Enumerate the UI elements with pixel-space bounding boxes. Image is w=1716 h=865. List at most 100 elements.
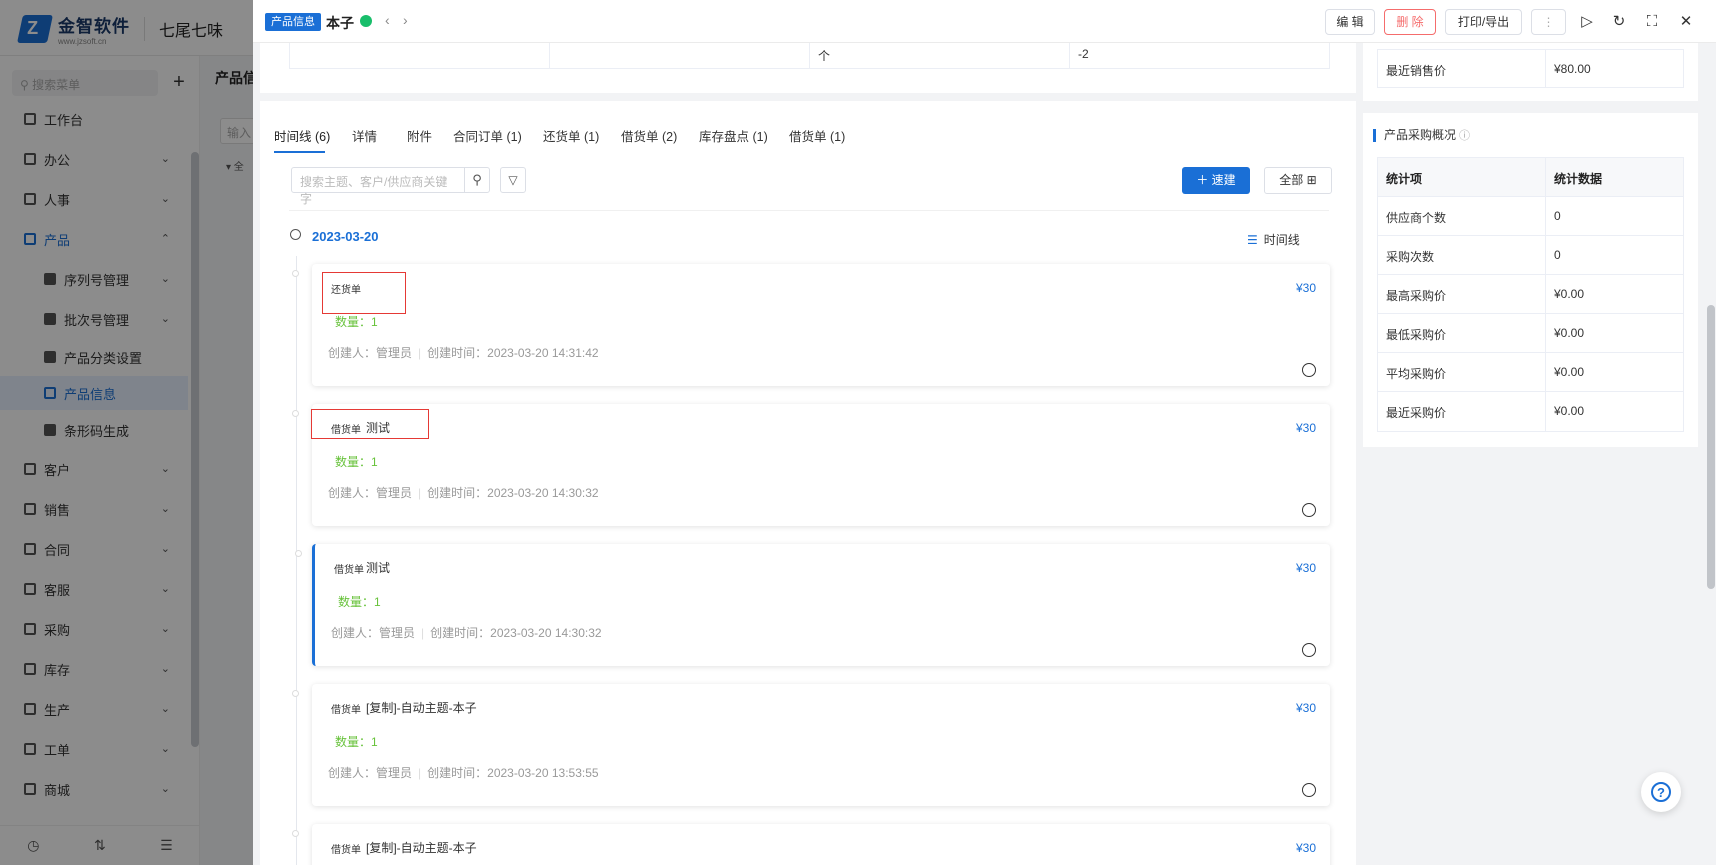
column-header: 统计数据 <box>1554 172 1603 186</box>
clock-icon <box>290 229 301 240</box>
timeline-view-toggle[interactable]: ☰ 时间线 <box>1247 231 1300 248</box>
delete-button[interactable]: 删 除 <box>1384 9 1436 35</box>
timeline-icon: ☰ <box>1247 233 1258 247</box>
tab-bar: 时间线 (6) 详情 附件 合同订单 (1) 还货单 (1) 借货单 (2) 库… <box>274 101 1344 153</box>
refresh-icon[interactable]: ↻ <box>1609 12 1629 32</box>
table-header: 统计项 统计数据 <box>1378 158 1683 197</box>
purchase-summary-card: 产品采购概况 ⓘ 统计项 统计数据 供应商个数 0 采购次数 0 最高采购价 ¥0.00… <box>1363 113 1698 447</box>
tab-return-orders[interactable]: 还货单 (1) <box>543 126 599 145</box>
question-icon: ? <box>1651 782 1671 802</box>
next-record-button[interactable]: › <box>403 12 408 28</box>
table-row: 供应商个数 0 <box>1378 197 1683 236</box>
stat-item: 最近采购价 <box>1378 392 1546 431</box>
table-cell-unit: 个 <box>810 43 1070 68</box>
annotation-box <box>311 409 429 439</box>
table-cell <box>550 43 810 68</box>
grid-icon: ⊞ <box>1306 173 1317 187</box>
entry-price: ¥30 <box>1295 281 1316 295</box>
product-detail-drawer: 产品信息 本子 ‹ › 编 辑 删 除 打印/导出 ⋮ ▷ ↻ ⛶ ✕ 个 -2… <box>253 0 1716 865</box>
purchase-stats-table: 统计项 统计数据 供应商个数 0 采购次数 0 最高采购价 ¥0.00 最低采购价 ¥0… <box>1377 157 1684 432</box>
timeline-search-input[interactable]: 搜索主题、客户/供应商关键字 <box>291 167 465 206</box>
active-tab-indicator <box>274 151 325 153</box>
tab-contract-orders[interactable]: 合同订单 (1) <box>453 126 522 145</box>
table-row: 平均采购价 ¥0.00 <box>1378 353 1683 392</box>
entry-type: 借货单 <box>334 565 364 576</box>
status-badge-icon <box>360 15 372 27</box>
stat-item: 供应商个数 <box>1378 197 1546 235</box>
tab-borrow-orders[interactable]: 借货单 (2) <box>621 126 677 145</box>
table-cell-quantity: -2 <box>1078 47 1089 61</box>
timeline-dot <box>292 410 299 417</box>
stat-value: ¥80.00 <box>1554 62 1591 76</box>
drawer-header: 产品信息 本子 ‹ › 编 辑 删 除 打印/导出 ⋮ ▷ ↻ ⛶ ✕ <box>253 0 1716 43</box>
timeline-entry[interactable]: 借货单 [复制]-自动主题-本子 ¥30 <box>292 824 1330 865</box>
timeline-entry[interactable]: 借货单 测试 ¥30 数量：1 创建人：管理员 | 创建时间：2023-03-20 … <box>292 404 1330 526</box>
help-icon[interactable]: ⓘ <box>1459 130 1470 142</box>
annotation-box <box>322 272 406 314</box>
entry-quantity: 数量：1 <box>335 455 378 469</box>
stat-item: 最低采购价 <box>1378 314 1546 352</box>
sales-summary-card: 最近销售价 ¥80.00 <box>1363 43 1698 101</box>
entry-type: 借货单 <box>331 845 361 856</box>
comment-icon[interactable] <box>1302 783 1316 797</box>
timeline-dot <box>292 690 299 697</box>
inventory-table-row: 个 -2 <box>289 43 1330 69</box>
stat-value: ¥0.00 <box>1554 326 1585 340</box>
stat-item: 平均采购价 <box>1378 353 1546 391</box>
timeline-card: 时间线 (6) 详情 附件 合同订单 (1) 还货单 (1) 借货单 (2) 库… <box>260 101 1356 865</box>
fullscreen-icon[interactable]: ⛶ <box>1642 12 1662 32</box>
entry-meta: 创建人：管理员 | 创建时间：2023-03-20 14:30:32 <box>328 486 599 500</box>
drawer-title: 本子 <box>326 15 354 31</box>
stat-item: 采购次数 <box>1378 236 1546 274</box>
table-row: 最高采购价 ¥0.00 <box>1378 275 1683 314</box>
tab-detail[interactable]: 详情 <box>352 126 377 145</box>
tab-stocktake[interactable]: 库存盘点 (1) <box>699 126 768 145</box>
tab-borrow-orders-2[interactable]: 借货单 (1) <box>789 126 845 145</box>
entry-quantity: 数量：1 <box>335 315 378 329</box>
stat-item: 最高采购价 <box>1378 275 1546 313</box>
close-icon[interactable]: ✕ <box>1676 12 1696 32</box>
entry-quantity: 数量：1 <box>338 595 381 609</box>
entry-meta: 创建人：管理员 | 创建时间：2023-03-20 13:53:55 <box>328 766 599 780</box>
stat-row: 最近销售价 ¥80.00 <box>1377 49 1684 88</box>
entry-meta: 创建人：管理员 | 创建时间：2023-03-20 14:31:42 <box>328 346 599 360</box>
print-export-button[interactable]: 打印/导出 <box>1445 9 1522 35</box>
table-row: 最低采购价 ¥0.00 <box>1378 314 1683 353</box>
column-header: 统计项 <box>1378 158 1546 196</box>
entry-price: ¥30 <box>1295 841 1316 855</box>
tab-attachments[interactable]: 附件 <box>407 126 432 145</box>
search-icon[interactable]: ⚲ <box>464 167 490 193</box>
inventory-card: 个 -2 <box>260 43 1356 93</box>
timeline-entry[interactable]: 借货单 [复制]-自动主题-本子 ¥30 数量：1 创建人：管理员 | 创建时间：2… <box>292 684 1330 806</box>
timeline-entry[interactable]: 还货单 ¥30 数量：1 创建人：管理员 | 创建时间：2023-03-20 14:… <box>292 264 1330 386</box>
comment-icon[interactable] <box>1302 363 1316 377</box>
prev-record-button[interactable]: ‹ <box>385 12 390 28</box>
quick-create-button[interactable]: ＋ 速建 <box>1182 167 1250 194</box>
play-icon[interactable]: ▷ <box>1577 12 1597 32</box>
entry-price: ¥30 <box>1295 421 1316 435</box>
comment-icon[interactable] <box>1302 503 1316 517</box>
edit-button[interactable]: 编 辑 <box>1325 9 1375 35</box>
entry-price: ¥30 <box>1295 561 1316 575</box>
entry-price: ¥30 <box>1295 701 1316 715</box>
timeline-dot <box>292 270 299 277</box>
entry-subject: 测试 <box>366 561 391 575</box>
timeline-entry[interactable]: 借货单 测试 ¥30 数量：1 创建人：管理员 | 创建时间：2023-03-20 … <box>295 544 1330 666</box>
entry-type: 借货单 <box>331 705 361 716</box>
stat-value: 0 <box>1554 248 1561 262</box>
help-button[interactable]: ? <box>1641 772 1681 812</box>
section-title: 产品采购概况 ⓘ <box>1373 129 1470 142</box>
tab-timeline[interactable]: 时间线 (6) <box>274 126 330 145</box>
more-button[interactable]: ⋮ <box>1531 9 1566 35</box>
stat-value: ¥0.00 <box>1554 365 1585 379</box>
table-cell <box>290 43 550 68</box>
entry-subject: [复制]-自动主题-本子 <box>366 841 477 855</box>
timeline-dot <box>292 830 299 837</box>
table-row: 采购次数 0 <box>1378 236 1683 275</box>
entry-quantity: 数量：1 <box>335 735 378 749</box>
comment-icon[interactable] <box>1302 643 1316 657</box>
drawer-scrollbar[interactable] <box>1707 305 1715 589</box>
filter-icon[interactable]: ▽ <box>500 167 526 193</box>
all-filter-button[interactable]: 全部 ⊞ <box>1264 167 1332 194</box>
divider <box>289 210 1329 211</box>
